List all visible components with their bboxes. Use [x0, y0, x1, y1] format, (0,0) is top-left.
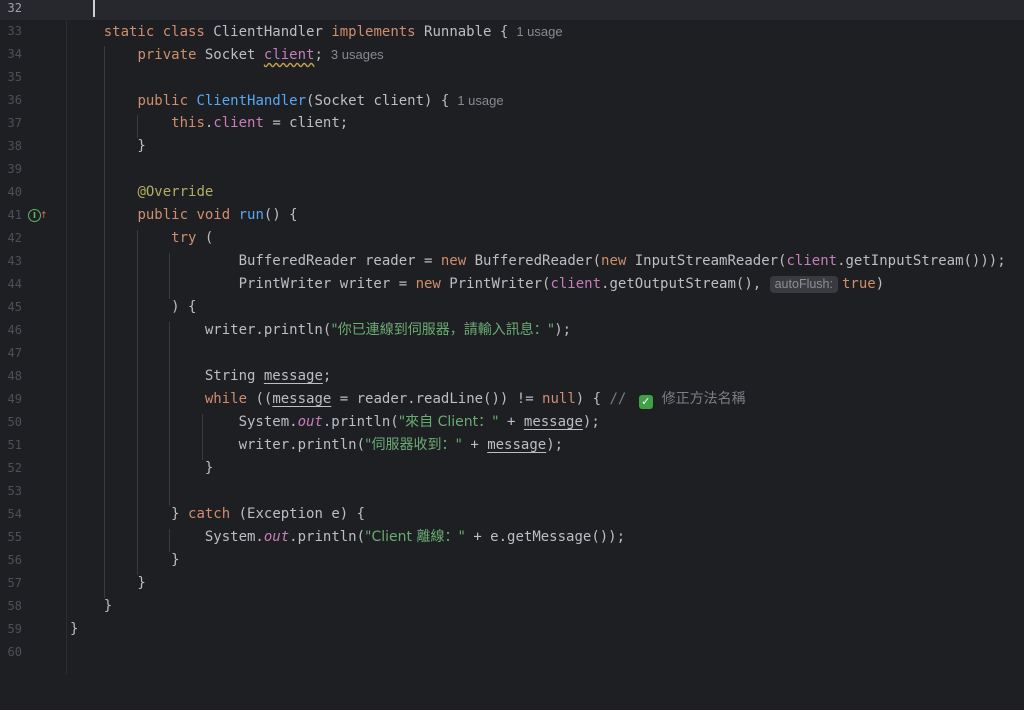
arrow-up-icon: ↑ [40, 211, 48, 221]
line-number: 37 [7, 116, 22, 130]
line-number: 45 [7, 300, 22, 314]
code-text: } [70, 575, 146, 591]
line-number: 55 [7, 530, 22, 544]
line-number: 60 [7, 645, 22, 659]
code-text: System.out.println("來自 Client：" + messag… [70, 414, 600, 430]
code-line[interactable]: 41 I ↑ public void run() { [0, 204, 1024, 227]
code-text: } catch (Exception e) { [70, 506, 366, 522]
code-line[interactable]: 47 [0, 342, 1024, 365]
line-number: 38 [7, 139, 22, 153]
code-text: } [70, 460, 214, 476]
code-line[interactable]: 54 } catch (Exception e) { [0, 503, 1024, 526]
code-text: @Override [137, 184, 214, 200]
line-number: 50 [7, 415, 22, 429]
line-number: 41 [7, 208, 22, 222]
line-number: 53 [7, 484, 22, 498]
code-text: } [70, 138, 146, 154]
string-literal: "Client 離線：" [365, 529, 465, 545]
line-number: 48 [7, 369, 22, 383]
line-number: 39 [7, 162, 22, 176]
line-number: 36 [7, 93, 22, 107]
code-text: this.client = client; [171, 115, 349, 131]
code-line[interactable]: 51 writer.println("伺服器收到：" + message); [0, 434, 1024, 457]
code-text: ) { [70, 299, 197, 315]
code-text: String message; [70, 368, 332, 384]
code-line[interactable]: 42 try ( [0, 227, 1024, 250]
code-text: BufferedReader reader = new BufferedRead… [70, 253, 1006, 269]
code-text: public ClientHandler(Socket client) {1 u… [137, 93, 504, 109]
line-number: 33 [7, 24, 22, 38]
code-text: writer.println("伺服器收到：" + message); [70, 437, 564, 453]
code-line[interactable]: 35 [0, 66, 1024, 89]
line-number: 49 [7, 392, 22, 406]
text-caret [93, 0, 95, 17]
code-line[interactable]: 59 } [0, 618, 1024, 641]
line-number: 59 [7, 622, 22, 636]
code-line[interactable]: 55 System.out.println("Client 離線：" + e.g… [0, 526, 1024, 549]
line-number: 46 [7, 323, 22, 337]
code-line[interactable]: 46 writer.println("你已連線到伺服器，請輸入訊息："); [0, 319, 1024, 342]
code-line[interactable]: 57 } [0, 572, 1024, 595]
usage-hint[interactable]: 1 usage [516, 24, 562, 39]
line-number: 42 [7, 231, 22, 245]
code-line[interactable]: 50 System.out.println("來自 Client：" + mes… [0, 411, 1024, 434]
string-literal: "你已連線到伺服器，請輸入訊息：" [331, 322, 555, 338]
code-line[interactable]: 39 [0, 158, 1024, 181]
usage-hint[interactable]: 3 usages [331, 47, 384, 62]
code-text: private Socket client; 3 usages [137, 47, 384, 63]
code-text: writer.println("你已連線到伺服器，請輸入訊息："); [70, 322, 572, 338]
line-number: 58 [7, 599, 22, 613]
code-line[interactable]: 40 @Override [0, 181, 1024, 204]
code-line[interactable]: 60 [0, 641, 1024, 664]
line-number: 54 [7, 507, 22, 521]
line-number: 32 [7, 1, 22, 15]
code-text: public void run() { [137, 207, 298, 223]
code-line[interactable]: 58 } [0, 595, 1024, 618]
code-line[interactable]: 32 [0, 0, 1024, 20]
line-number: 51 [7, 438, 22, 452]
line-number: 34 [7, 47, 22, 61]
code-text: while ((message = reader.readLine()) != … [204, 391, 746, 409]
line-number: 43 [7, 254, 22, 268]
check-mark-icon: ✓ [638, 395, 653, 409]
code-text: try ( [171, 230, 214, 246]
code-line[interactable]: 34 private Socket client; 3 usages [0, 43, 1024, 66]
code-line[interactable]: 44 PrintWriter writer = new PrintWriter(… [0, 273, 1024, 296]
line-number: 47 [7, 346, 22, 360]
code-line[interactable]: 56 } [0, 549, 1024, 572]
string-literal: "來自 Client：" [398, 414, 499, 430]
line-number: 40 [7, 185, 22, 199]
code-editor[interactable]: 32 33 static class ClientHandler impleme… [0, 0, 1024, 674]
code-text: PrintWriter writer = new PrintWriter(cli… [70, 276, 885, 293]
line-number: 56 [7, 553, 22, 567]
line-number: 44 [7, 277, 22, 291]
code-line[interactable]: 33 static class ClientHandler implements… [0, 20, 1024, 43]
code-line[interactable]: 43 BufferedReader reader = new BufferedR… [0, 250, 1024, 273]
code-line[interactable]: 48 String message; [0, 365, 1024, 388]
code-text: System.out.println("Client 離線：" + e.getM… [70, 529, 626, 545]
code-line[interactable]: 49 while ((message = reader.readLine()) … [0, 388, 1024, 411]
code-text: static class ClientHandler implements Ru… [103, 24, 563, 40]
parameter-hint: autoFlush: [769, 276, 838, 293]
code-line[interactable]: 37 this.client = client; [0, 112, 1024, 135]
code-line[interactable]: 36 public ClientHandler(Socket client) {… [0, 89, 1024, 112]
code-text: } [70, 621, 79, 637]
line-number: 57 [7, 576, 22, 590]
code-text: } [70, 552, 180, 568]
string-literal: "伺服器收到：" [365, 437, 462, 453]
code-text: } [70, 598, 113, 614]
code-line[interactable]: 53 [0, 480, 1024, 503]
code-line[interactable]: 38 } [0, 135, 1024, 158]
code-line[interactable]: 52 } [0, 457, 1024, 480]
line-number: 52 [7, 461, 22, 475]
code-line[interactable]: 45 ) { [0, 296, 1024, 319]
usage-hint[interactable]: 1 usage [457, 93, 503, 108]
line-number: 35 [7, 70, 22, 84]
comment-text: 修正方法名稱 [661, 391, 746, 407]
comment-slashes: // [609, 391, 635, 407]
